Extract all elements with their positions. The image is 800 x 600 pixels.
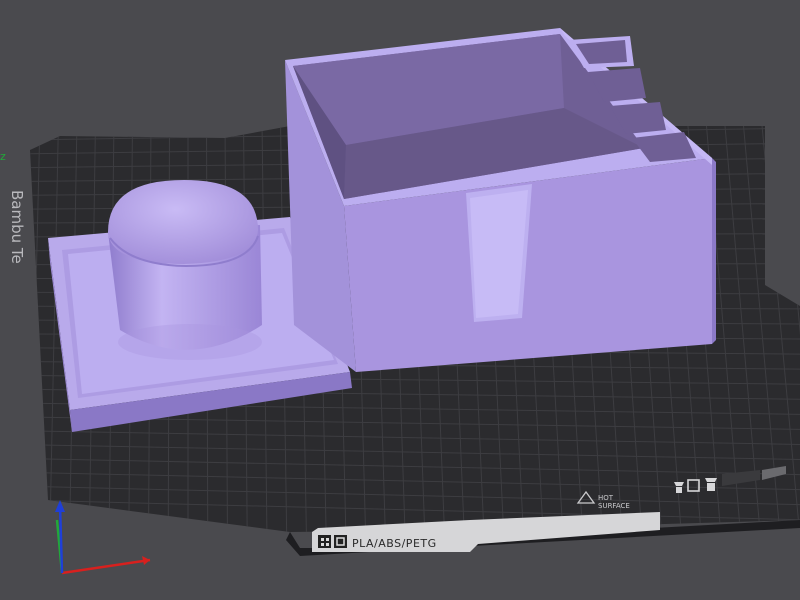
3d-viewport[interactable]: Bambu Te PLA/ABS/PETG HOT SURFACE z [0,0,800,600]
scene-canvas[interactable]: Bambu Te PLA/ABS/PETG HOT SURFACE z [0,0,800,600]
x-axis-arrow-icon [142,556,150,565]
offscreen-axis-label: z [0,150,6,163]
filament-type-label: PLA/ABS/PETG [352,537,437,550]
hot-surface-label-line1: HOT [598,494,614,502]
model-box[interactable] [285,28,716,372]
hot-surface-label-line2: SURFACE [598,502,630,510]
plate-brand-text: Bambu Te [8,190,26,264]
x-axis-line [61,558,151,575]
model-cylinder[interactable] [108,180,262,360]
